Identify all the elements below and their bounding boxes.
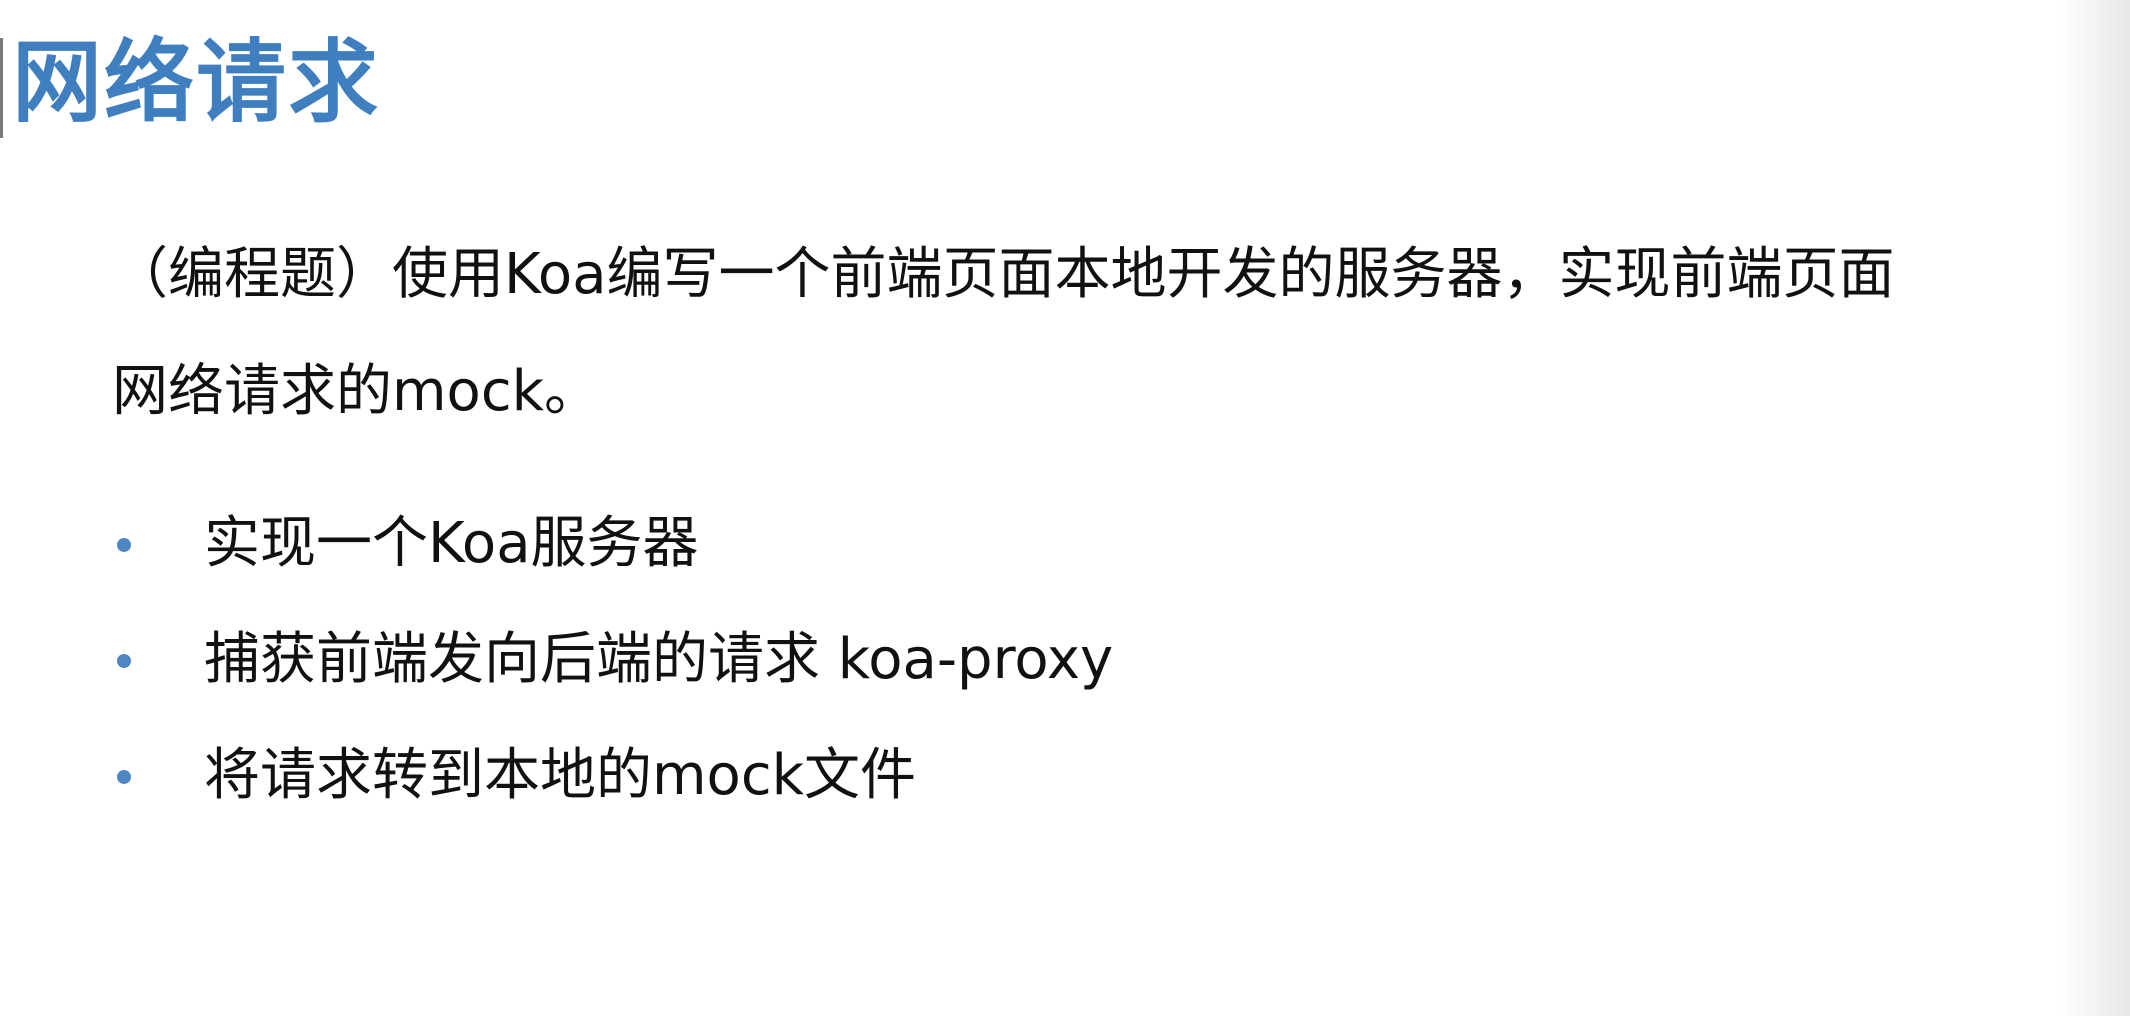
- right-edge-shade: [2060, 0, 2130, 1016]
- intro-line-1: （编程题）使用Koa编写一个前端页面本地开发的服务器，实现前端页面: [112, 242, 1895, 307]
- intro-paragraph: （编程题）使用Koa编写一个前端页面本地开发的服务器，实现前端页面 网络请求的m…: [112, 216, 2122, 450]
- bullet-dot-icon: [117, 770, 131, 784]
- bullet-dot-icon: [117, 654, 131, 668]
- title-marker: [0, 38, 3, 138]
- bullet-text-1: 实现一个Koa服务器: [204, 511, 699, 576]
- bullet-dot-icon: [117, 538, 131, 552]
- bullet-text-3: 将请求转到本地的mock文件: [204, 743, 917, 808]
- slide-title: 网络请求: [12, 30, 380, 135]
- intro-line-2: 网络请求的mock。: [112, 359, 601, 424]
- bullet-text-2: 捕获前端发向后端的请求 koa-proxy: [204, 627, 1114, 692]
- slide-page: 网络请求 （编程题）使用Koa编写一个前端页面本地开发的服务器，实现前端页面 网…: [0, 0, 2130, 1016]
